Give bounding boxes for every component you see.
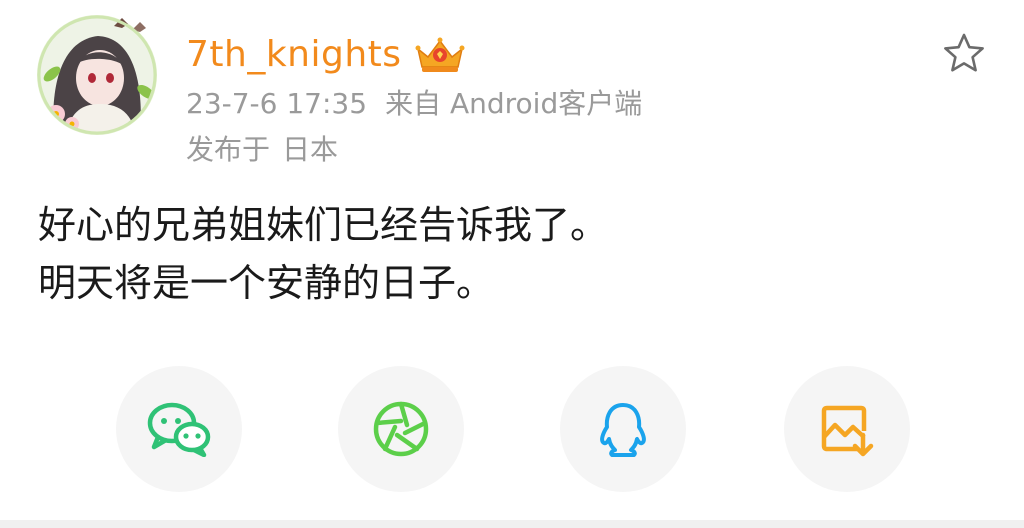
share-moments-button[interactable] bbox=[338, 366, 464, 492]
user-row: 7th_knights bbox=[186, 30, 466, 80]
location-value: 日本 bbox=[282, 133, 339, 166]
source-text: 来自 Android客户端 bbox=[385, 87, 643, 120]
share-qq-button[interactable] bbox=[560, 366, 686, 492]
save-image-button[interactable] bbox=[784, 366, 910, 492]
timestamp: 23-7-6 17:35 bbox=[186, 87, 368, 120]
wechat-icon bbox=[147, 402, 211, 457]
moments-icon bbox=[373, 401, 429, 457]
save-image-icon bbox=[821, 405, 874, 457]
post-content-line-1: 好心的兄弟姐妹们已经告诉我了。 bbox=[38, 203, 609, 247]
avatar-image bbox=[37, 15, 157, 135]
qq-icon bbox=[600, 403, 646, 457]
star-icon[interactable] bbox=[942, 32, 986, 74]
crown-badge-icon[interactable] bbox=[414, 35, 466, 75]
divider bbox=[0, 520, 1024, 528]
share-wechat-button[interactable] bbox=[116, 366, 242, 492]
post-content-line-2: 明天将是一个安静的日子。 bbox=[38, 261, 495, 305]
post-card: 7th_knights 23-7-6 17:35 来自 Android客户端 发布… bbox=[0, 0, 1024, 520]
location-prefix: 发布于 bbox=[186, 133, 271, 166]
post-location: 发布于 日本 bbox=[186, 136, 338, 164]
avatar[interactable] bbox=[36, 14, 158, 136]
post-content: 好心的兄弟姐妹们已经告诉我了。 明天将是一个安静的日子。 bbox=[38, 196, 608, 312]
username-link[interactable]: 7th_knights bbox=[186, 37, 402, 73]
post-meta: 23-7-6 17:35 来自 Android客户端 bbox=[186, 90, 642, 118]
